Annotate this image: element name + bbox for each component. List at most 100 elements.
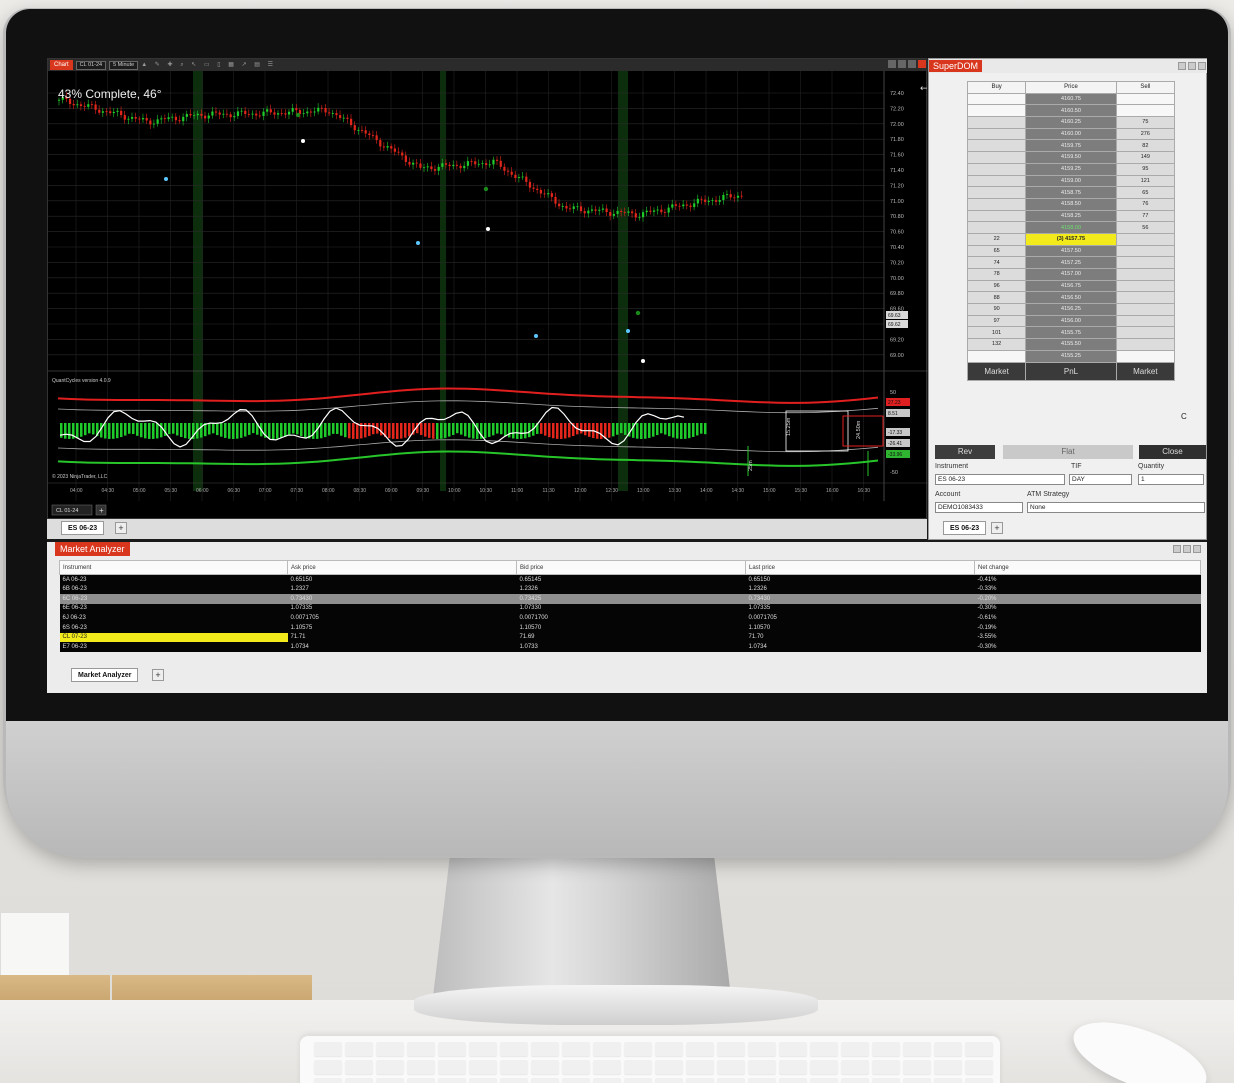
ladder-buy-cell[interactable]	[966, 174, 1027, 188]
ladder-price-cell[interactable]: 4157.25	[1025, 256, 1117, 269]
table-row[interactable]: 6C 06-23 0.73430 0.73425 0.73430 -0.20%	[59, 593, 1201, 604]
layout-icon[interactable]	[888, 60, 896, 68]
ladder-price-cell[interactable]: 4155.25	[1025, 349, 1117, 363]
interval-select[interactable]: 5 Minute	[109, 60, 139, 70]
market-buy-button[interactable]: Market	[966, 361, 1027, 381]
ladder-row[interactable]: 132 4155.50	[966, 338, 1176, 351]
ladder-sell-cell[interactable]	[1115, 256, 1176, 269]
ladder-buy-cell[interactable]	[966, 104, 1027, 118]
ladder-price-cell[interactable]: 4158.00	[1025, 221, 1117, 234]
ladder-sell-cell[interactable]	[1115, 279, 1176, 293]
ladder-buy-cell[interactable]	[966, 221, 1027, 234]
ladder-sell-cell[interactable]	[1115, 268, 1176, 281]
ladder-row[interactable]: 101 4155.75	[966, 326, 1176, 340]
ladder-row[interactable]: 4158.00 56	[966, 221, 1176, 234]
price-chart[interactable]: 72.40 72.20 72.00 71.80 71.60 71.40 71.20 71.00…	[48, 71, 928, 520]
ladder-row[interactable]: 74 4157.25	[966, 256, 1176, 269]
ladder-buy-cell[interactable]: 22	[966, 232, 1027, 246]
tab-es-06-23[interactable]: ES 06-23	[61, 521, 105, 535]
maximize-icon[interactable]	[1193, 545, 1201, 553]
ladder-sell-cell[interactable]: 95	[1115, 162, 1176, 176]
minimize-icon[interactable]	[1188, 62, 1196, 70]
drawing-tools-icon[interactable]: ▲ ✎ ✚ ⌕ ↖ ▭ ▯ ▦ ↗ ▤ ☰	[141, 61, 276, 69]
ladder-buy-cell[interactable]: 97	[966, 314, 1027, 328]
ladder-row[interactable]: 4160.50	[966, 104, 1176, 118]
ladder-price-cell[interactable]: 4160.00	[1025, 127, 1117, 141]
ladder-row[interactable]: 97 4156.00	[966, 314, 1176, 328]
table-row[interactable]: CL 07-23 71.71 71.69 71.70 -3.55%	[59, 632, 1201, 643]
ladder-price-cell[interactable]: 4159.50	[1025, 151, 1117, 164]
ladder-sell-cell[interactable]: 149	[1115, 151, 1176, 164]
ladder-row[interactable]: 22 (3) 4157.75	[966, 232, 1176, 246]
maximize-icon[interactable]	[908, 60, 916, 68]
ladder-price-cell[interactable]: 4156.75	[1025, 279, 1117, 293]
quantity-field[interactable]: 1	[1138, 474, 1204, 485]
ladder-sell-cell[interactable]	[1115, 244, 1176, 258]
ladder-buy-cell[interactable]: 90	[966, 303, 1027, 316]
ladder-price-cell[interactable]: 4157.00	[1025, 268, 1117, 281]
ladder-row[interactable]: 90 4156.25	[966, 303, 1176, 316]
ladder-sell-cell[interactable]	[1115, 104, 1176, 118]
rev-button[interactable]: Rev	[935, 445, 995, 459]
table-row[interactable]: 6J 06-23 0.0071705 0.0071700 0.0071705 -0.61…	[59, 613, 1201, 623]
ladder-buy-cell[interactable]	[966, 197, 1027, 211]
plus-icon[interactable]: +	[99, 506, 104, 515]
ladder-sell-cell[interactable]	[1115, 314, 1176, 328]
ladder-price-cell[interactable]: 4159.00	[1025, 174, 1117, 188]
ladder-price-cell[interactable]: 4156.25	[1025, 303, 1117, 316]
market-analyzer-add-tab-button[interactable]: +	[152, 669, 164, 681]
ladder-row[interactable]: 4160.25 75	[966, 116, 1176, 129]
ladder-price-cell[interactable]: 4155.75	[1025, 326, 1117, 340]
ladder-row[interactable]: 4159.50 149	[966, 151, 1176, 164]
ladder-buy-cell[interactable]	[966, 127, 1027, 141]
table-row[interactable]: 6S 06-23 1.10575 1.10570 1.10570 -0.19%	[59, 622, 1201, 633]
col-net-change[interactable]: Net change	[974, 560, 1201, 575]
col-ask-price[interactable]: Ask price	[287, 560, 517, 575]
table-row[interactable]: 6B 06-23 1.2327 1.2326 1.2326 -0.33%	[59, 584, 1201, 594]
table-row[interactable]: 6E 06-23 1.07335 1.07330 1.07335 -0.30%	[59, 603, 1201, 614]
maximize-icon[interactable]	[1198, 62, 1206, 70]
tab-market-analyzer[interactable]: Market Analyzer	[71, 668, 139, 682]
ladder-buy-cell[interactable]: 65	[966, 244, 1027, 258]
ladder-row[interactable]: 4158.50 76	[966, 197, 1176, 211]
ladder-buy-cell[interactable]	[966, 209, 1027, 223]
ladder-price-cell[interactable]: 4156.00	[1025, 314, 1117, 328]
instrument-field[interactable]: ES 06-23	[935, 474, 1065, 485]
back-arrow-icon[interactable]: ←	[920, 84, 928, 94]
ladder-row[interactable]: 4159.75 82	[966, 139, 1176, 153]
layout-icon[interactable]	[1173, 545, 1181, 553]
ladder-buy-cell[interactable]	[966, 186, 1027, 199]
table-row[interactable]: E7 06-23 1.0734 1.0733 1.0734 -0.30%	[59, 642, 1201, 652]
flat-button[interactable]: Flat	[1003, 445, 1133, 459]
superdom-add-tab-button[interactable]: +	[991, 522, 1003, 534]
ladder-sell-cell[interactable]: 65	[1115, 186, 1176, 199]
ladder-price-cell[interactable]: 4160.25	[1025, 116, 1117, 129]
ladder-row[interactable]: 4159.25 95	[966, 162, 1176, 176]
ladder-price-cell[interactable]: (3) 4157.75	[1025, 232, 1117, 246]
market-sell-button[interactable]: Market	[1115, 361, 1176, 381]
ladder-sell-cell[interactable]: 121	[1115, 174, 1176, 188]
ladder-sell-cell[interactable]: 75	[1115, 116, 1176, 129]
ladder-sell-cell[interactable]	[1115, 303, 1176, 316]
ladder-buy-cell[interactable]: 88	[966, 291, 1027, 305]
ladder-sell-cell[interactable]: 276	[1115, 127, 1176, 141]
ladder-price-cell[interactable]: 4155.50	[1025, 338, 1117, 351]
add-tab-button[interactable]: +	[115, 522, 127, 534]
ladder-buy-cell[interactable]	[966, 139, 1027, 153]
ladder-buy-cell[interactable]	[966, 92, 1027, 106]
ladder-buy-cell[interactable]: 74	[966, 256, 1027, 269]
ladder-sell-cell[interactable]	[1115, 232, 1176, 246]
ladder-sell-cell[interactable]	[1115, 326, 1176, 340]
atm-strategy-select[interactable]: None	[1027, 502, 1205, 513]
ladder-sell-cell[interactable]: 56	[1115, 221, 1176, 234]
ladder-price-cell[interactable]: 4159.75	[1025, 139, 1117, 153]
ladder-sell-cell[interactable]	[1115, 338, 1176, 351]
ladder-price-cell[interactable]: 4159.25	[1025, 162, 1117, 176]
ladder-row[interactable]: 4158.25 77	[966, 209, 1176, 223]
ladder-sell-cell[interactable]	[1115, 349, 1176, 363]
minimize-icon[interactable]	[1183, 545, 1191, 553]
close-icon[interactable]	[918, 60, 926, 68]
ladder-price-cell[interactable]: 4160.75	[1025, 92, 1117, 106]
layout-icon[interactable]	[1178, 62, 1186, 70]
ladder-row[interactable]: 4160.00 276	[966, 127, 1176, 141]
